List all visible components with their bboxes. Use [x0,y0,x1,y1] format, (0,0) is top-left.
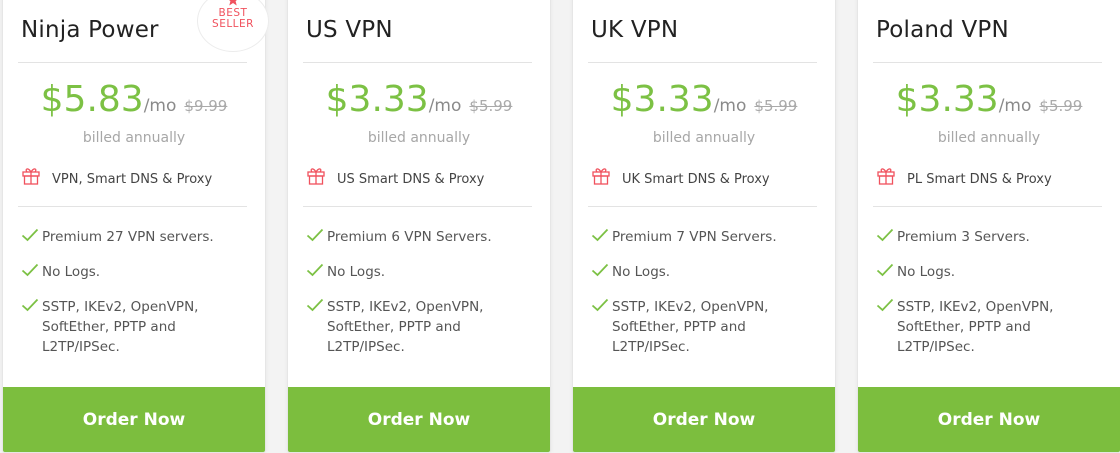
checkmark-icon [591,228,609,242]
order-now-button[interactable]: Order Now [3,387,265,452]
checkmark-icon [21,228,39,242]
checkmark-icon [21,298,39,312]
feature-text: SSTP, IKEv2, OpenVPN, SoftEther, PPTP an… [612,299,769,355]
checkmark-icon [21,263,39,277]
bonus-text: US Smart DNS & Proxy [337,172,485,187]
plan-price: $3.33 [895,79,999,120]
divider [588,206,817,207]
plan-card-poland-vpn: Poland VPN $3.33/mo $5.99 billed annually… [857,0,1120,453]
divider [303,62,532,63]
order-now-button[interactable]: Order Now [573,387,835,452]
plan-card-ninja-power: Ninja Power $5.83/mo $9.99 billed annuall… [2,0,266,453]
checkmark-icon [306,298,324,312]
checkmark-icon [876,228,894,242]
checkmark-icon [306,228,324,242]
price-row: $5.83/mo $9.99 [3,79,265,120]
order-now-button[interactable]: Order Now [288,387,550,452]
billing-note: billed annually [367,130,471,146]
plan-price: $3.33 [610,79,714,120]
billing-note: billed annually [937,130,1041,146]
feature-text: Premium 6 VPN Servers. [327,229,492,245]
price-row: $3.33/mo $5.99 [858,79,1120,120]
old-price: $5.99 [1039,97,1083,115]
plan-title: Ninja Power [21,17,159,43]
plan-title: Poland VPN [876,17,1009,43]
price-row: $3.33/mo $5.99 [573,79,835,120]
feature-text: SSTP, IKEv2, OpenVPN, SoftEther, PPTP an… [327,299,484,355]
checkmark-icon [306,263,324,277]
bonus-text: VPN, Smart DNS & Proxy [52,172,213,187]
divider [303,206,532,207]
divider [18,206,247,207]
gift-icon [592,168,610,185]
billing-note: billed annually [652,130,756,146]
plan-card-us-vpn: US VPN $3.33/mo $5.99 billed annually US … [287,0,551,453]
feature-text: SSTP, IKEv2, OpenVPN, SoftEther, PPTP an… [42,299,199,355]
price-period: /mo [143,96,177,116]
plan-price: $3.33 [325,79,429,120]
old-price: $5.99 [754,97,798,115]
checkmark-icon [876,298,894,312]
divider [18,62,247,63]
feature-text: Premium 27 VPN servers. [42,229,214,245]
old-price: $5.99 [469,97,513,115]
price-period: /mo [713,96,747,116]
feature-text: Premium 7 VPN Servers. [612,229,777,245]
gift-icon [877,168,895,185]
feature-text: Premium 3 Servers. [897,229,1030,245]
star-icon [229,0,237,6]
checkmark-icon [591,263,609,277]
feature-text: No Logs. [897,264,956,280]
feature-text: No Logs. [612,264,671,280]
divider [873,62,1102,63]
plan-price: $5.83 [40,79,144,120]
feature-text: SSTP, IKEv2, OpenVPN, SoftEther, PPTP an… [897,299,1054,355]
badge-text: BEST SELLER [212,7,254,30]
divider [873,206,1102,207]
price-period: /mo [998,96,1032,116]
feature-text: No Logs. [327,264,386,280]
checkmark-icon [876,263,894,277]
plan-card-uk-vpn: UK VPN $3.33/mo $5.99 billed annually UK … [572,0,836,453]
price-row: $3.33/mo $5.99 [288,79,550,120]
bonus-text: UK Smart DNS & Proxy [622,172,770,187]
gift-icon [22,168,40,185]
price-period: /mo [428,96,462,116]
plan-title: UK VPN [591,17,679,43]
checkmark-icon [591,298,609,312]
plan-title: US VPN [306,17,393,43]
old-price: $9.99 [184,97,228,115]
billing-note: billed annually [82,130,186,146]
order-now-button[interactable]: Order Now [858,387,1120,452]
feature-text: No Logs. [42,264,101,280]
gift-icon [307,168,325,185]
divider [588,62,817,63]
bonus-text: PL Smart DNS & Proxy [907,172,1052,187]
